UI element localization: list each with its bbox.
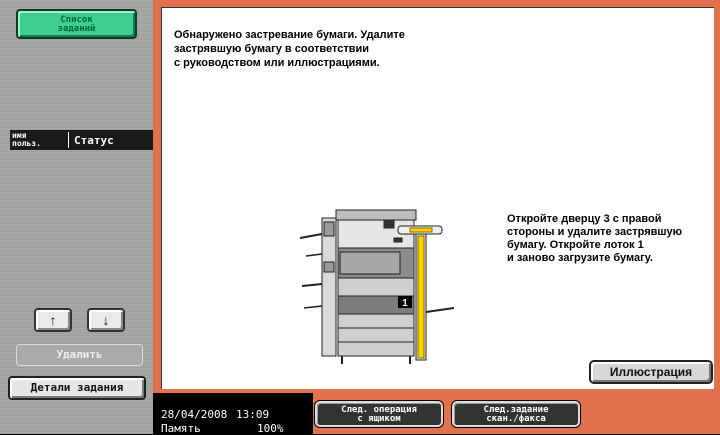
paper-jam-panel: Обнаружено застревание бумаги. Удалите з… <box>161 7 714 389</box>
scroll-down-button[interactable]: ↓ <box>87 308 125 332</box>
side-door-highlight <box>415 233 427 361</box>
column-status: Статус <box>74 134 114 147</box>
arrow-down-icon: ↓ <box>102 312 110 328</box>
jam-message: Обнаружено застревание бумаги. Удалите з… <box>174 29 405 69</box>
date-display: 28/04/2008 <box>161 408 228 421</box>
memory-value: 100% <box>257 422 284 435</box>
scroll-up-button[interactable]: ↑ <box>34 308 72 332</box>
arrow-up-icon: ↑ <box>49 312 57 328</box>
column-divider <box>68 132 69 148</box>
next-scan-fax-button[interactable]: След.задание скан./факса <box>452 401 580 427</box>
job-list-button[interactable]: Список заданий <box>16 9 137 39</box>
control-panel <box>397 225 443 235</box>
job-list-header: имя польз. Статус <box>10 130 153 150</box>
status-bar: 28/04/2008 13:09 Память 100% След. опера… <box>153 393 720 435</box>
jam-instruction: Откройте дверцу 3 с правой стороны и уда… <box>507 213 683 264</box>
memory-label: Память <box>161 422 201 435</box>
tray-marker-label: 1 <box>402 298 408 309</box>
job-details-button[interactable]: Детали задания <box>8 376 146 400</box>
job-sidebar: Список заданий имя польз. Статус ↑ ↓ Уда… <box>0 0 153 434</box>
illustration-button[interactable]: Иллюстрация <box>589 360 713 384</box>
delete-button[interactable]: Удалить <box>16 344 143 366</box>
column-user-name: имя польз. <box>12 131 41 148</box>
finisher-unit <box>299 217 337 357</box>
next-box-operation-button[interactable]: След. операция с ящиком <box>315 401 443 427</box>
bypass-tray <box>425 307 455 313</box>
printer-illustration: 1 <box>299 209 455 364</box>
time-display: 13:09 <box>236 408 270 421</box>
